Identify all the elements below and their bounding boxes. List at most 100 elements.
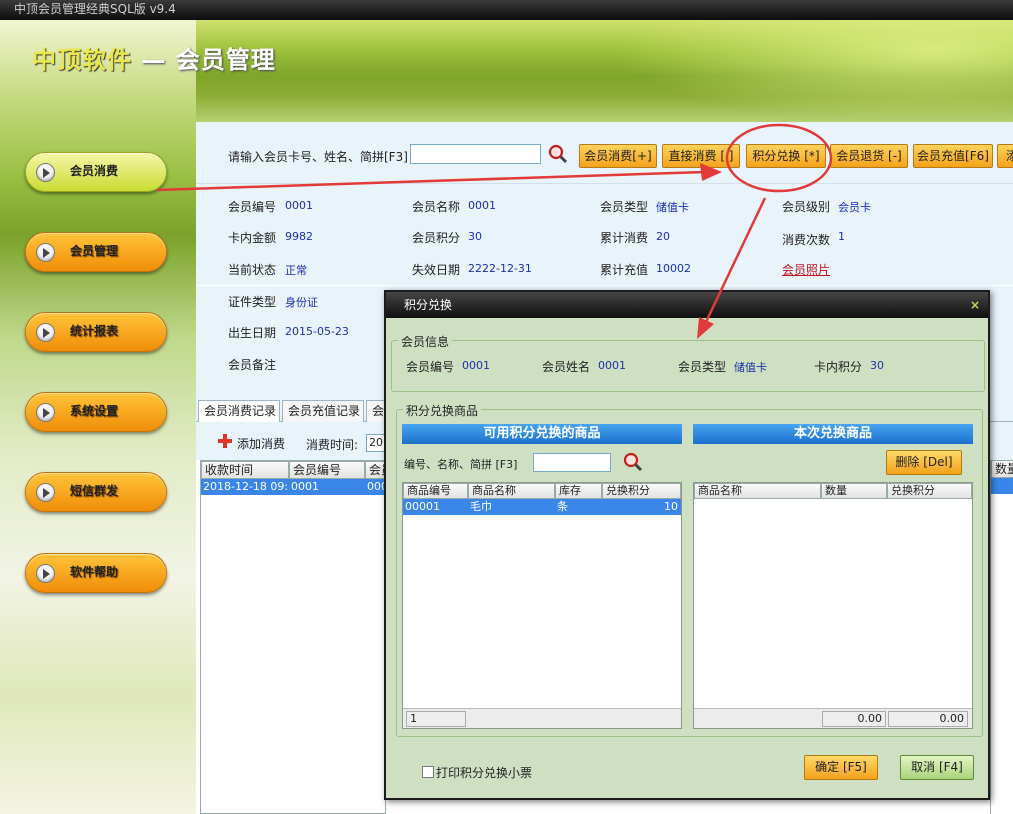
direct-consume-button[interactable]: 直接消费 [ ] <box>662 144 740 168</box>
visits-value: 1 <box>838 230 845 243</box>
dialog-title: 积分兑换 <box>386 292 988 318</box>
member-recharge-button[interactable]: 会员充值[F6] <box>913 144 993 168</box>
nav-help[interactable]: 软件帮助 <box>25 553 167 593</box>
table-cell[interactable]: 条 <box>555 499 602 515</box>
nav-label: 系统设置 <box>70 404 119 418</box>
available-goods-header: 可用积分兑换的商品 <box>402 424 682 444</box>
nav-settings[interactable]: 系统设置 <box>25 392 167 432</box>
member-level-label: 会员级别 <box>782 200 831 214</box>
group-title: 积分兑换商品 <box>403 402 482 419</box>
col-quantity: 数量 <box>991 460 1013 478</box>
search-label: 请输入会员卡号、姓名、简拼[F3] <box>228 150 408 164</box>
close-icon[interactable]: × <box>970 298 980 312</box>
col-goods-id: 商品编号 <box>403 483 468 499</box>
dlg-member-name-label: 会员姓名 <box>542 360 591 374</box>
nav-reports[interactable]: 统计报表 <box>25 312 167 352</box>
col-goods-name: 商品名称 <box>694 483 821 499</box>
available-goods-list: 商品编号 商品名称 库存 兑换积分 00001 毛巾 条 10 1 <box>402 482 682 729</box>
nav-label: 会员消费 <box>70 164 119 178</box>
dlg-member-id-value: 0001 <box>462 359 490 372</box>
brand-title: 中顶软件 — 会员管理 <box>32 40 276 75</box>
points-value: 30 <box>468 230 482 243</box>
nav-sms[interactable]: 短信群发 <box>25 472 167 512</box>
total-points: 0.00 <box>888 711 968 727</box>
cancel-button[interactable]: 取消 [F4] <box>900 755 974 780</box>
col-exchange-points: 兑换积分 <box>887 483 972 499</box>
play-icon <box>36 403 55 422</box>
table-cell[interactable]: 0001 <box>289 479 365 495</box>
member-name-value: 0001 <box>468 199 496 212</box>
table-row[interactable]: 00001 <box>403 499 468 515</box>
dlg-member-id-label: 会员编号 <box>406 360 455 374</box>
table-cell[interactable] <box>991 478 1013 494</box>
group-title: 会员信息 <box>398 333 453 350</box>
more-button[interactable]: 添 <box>997 144 1013 168</box>
birth-value: 2015-05-23 <box>285 325 349 338</box>
total-spend-value: 20 <box>656 230 670 243</box>
play-icon <box>36 323 55 342</box>
dlg-member-type-value: 储值卡 <box>734 361 767 374</box>
info-divider <box>196 285 1013 286</box>
birth-label: 出生日期 <box>228 326 277 340</box>
total-quantity: 0.00 <box>822 711 886 727</box>
tab-recharge-records[interactable]: 会员充值记录 <box>282 400 364 422</box>
nav-label: 统计报表 <box>70 324 119 338</box>
print-receipt-checkbox[interactable] <box>422 766 434 778</box>
note-label: 会员备注 <box>228 358 277 372</box>
member-id-label: 会员编号 <box>228 200 277 214</box>
expire-label: 失效日期 <box>412 263 461 277</box>
dlg-member-type-label: 会员类型 <box>678 360 727 374</box>
confirm-button[interactable]: 确定 [F5] <box>804 755 878 780</box>
play-icon <box>36 564 55 583</box>
window-title: 中顶会员管理经典SQL版 v9.4 <box>0 0 1013 20</box>
play-icon <box>36 163 55 182</box>
points-exchange-button[interactable]: 积分兑换 [*] <box>746 144 826 168</box>
nav-member-manage[interactable]: 会员管理 <box>25 232 167 272</box>
list-footer: 0.00 0.00 <box>694 708 972 728</box>
idtype-label: 证件类型 <box>228 295 277 309</box>
points-label: 会员积分 <box>412 231 461 245</box>
idtype-value: 身份证 <box>285 296 318 309</box>
dlg-member-name-value: 0001 <box>598 359 626 372</box>
delete-button[interactable]: 删除 [Del] <box>886 450 962 475</box>
nav-label: 短信群发 <box>70 484 119 498</box>
member-id-value: 0001 <box>285 199 313 212</box>
nav-label: 软件帮助 <box>70 565 119 579</box>
dlg-card-points-label: 卡内积分 <box>814 360 863 374</box>
col-goods-name: 商品名称 <box>468 483 555 499</box>
member-search-input[interactable] <box>410 144 541 164</box>
search-icon[interactable] <box>548 144 568 164</box>
col-exchange-points: 兑换积分 <box>602 483 681 499</box>
play-icon <box>36 243 55 262</box>
dlg-card-points-value: 30 <box>870 359 884 372</box>
member-name-label: 会员名称 <box>412 200 461 214</box>
add-icon <box>218 434 232 448</box>
points-exchange-dialog: 积分兑换 × 会员信息 会员编号 0001 会员姓名 0001 会员类型 储值卡… <box>384 290 990 800</box>
search-bar: 请输入会员卡号、姓名、简拼[F3] 会员消费[+] 直接消费 [ ] 积分兑换 … <box>196 122 1013 184</box>
balance-label: 卡内金额 <box>228 231 277 245</box>
member-level-value: 会员卡 <box>838 201 871 214</box>
tab-more[interactable]: 会 <box>366 400 386 422</box>
search-icon[interactable] <box>623 452 643 472</box>
goods-search-input[interactable] <box>533 453 611 472</box>
table-row[interactable]: 2018-12-18 09: <box>201 479 289 495</box>
consume-time-input[interactable]: 20 <box>366 434 386 452</box>
tab-consume-records[interactable]: 会员消费记录 <box>198 400 280 423</box>
member-return-button[interactable]: 会员退货 [-] <box>830 144 908 168</box>
col-stock: 库存 <box>555 483 602 499</box>
play-icon <box>36 483 55 502</box>
table-cell[interactable]: 毛巾 <box>468 499 555 515</box>
member-consume-button[interactable]: 会员消费[+] <box>579 144 657 168</box>
nav-label: 会员管理 <box>70 244 119 258</box>
col-member-id: 会员编号 <box>289 461 365 479</box>
member-photo-link[interactable]: 会员照片 <box>782 261 830 278</box>
nav-member-consume[interactable]: 会员消费 <box>25 152 167 192</box>
visits-label: 消费次数 <box>782 233 831 247</box>
list-footer: 1 <box>403 708 681 728</box>
add-consume-button[interactable]: 添加消费 <box>237 435 285 452</box>
goods-search-label: 编号、名称、简拼 [F3] <box>404 458 518 471</box>
print-receipt-label: 打印积分兑换小票 <box>436 766 533 780</box>
consume-time-label: 消费时间: <box>306 438 359 452</box>
member-type-label: 会员类型 <box>600 200 649 214</box>
table-cell[interactable]: 10 <box>602 499 681 515</box>
